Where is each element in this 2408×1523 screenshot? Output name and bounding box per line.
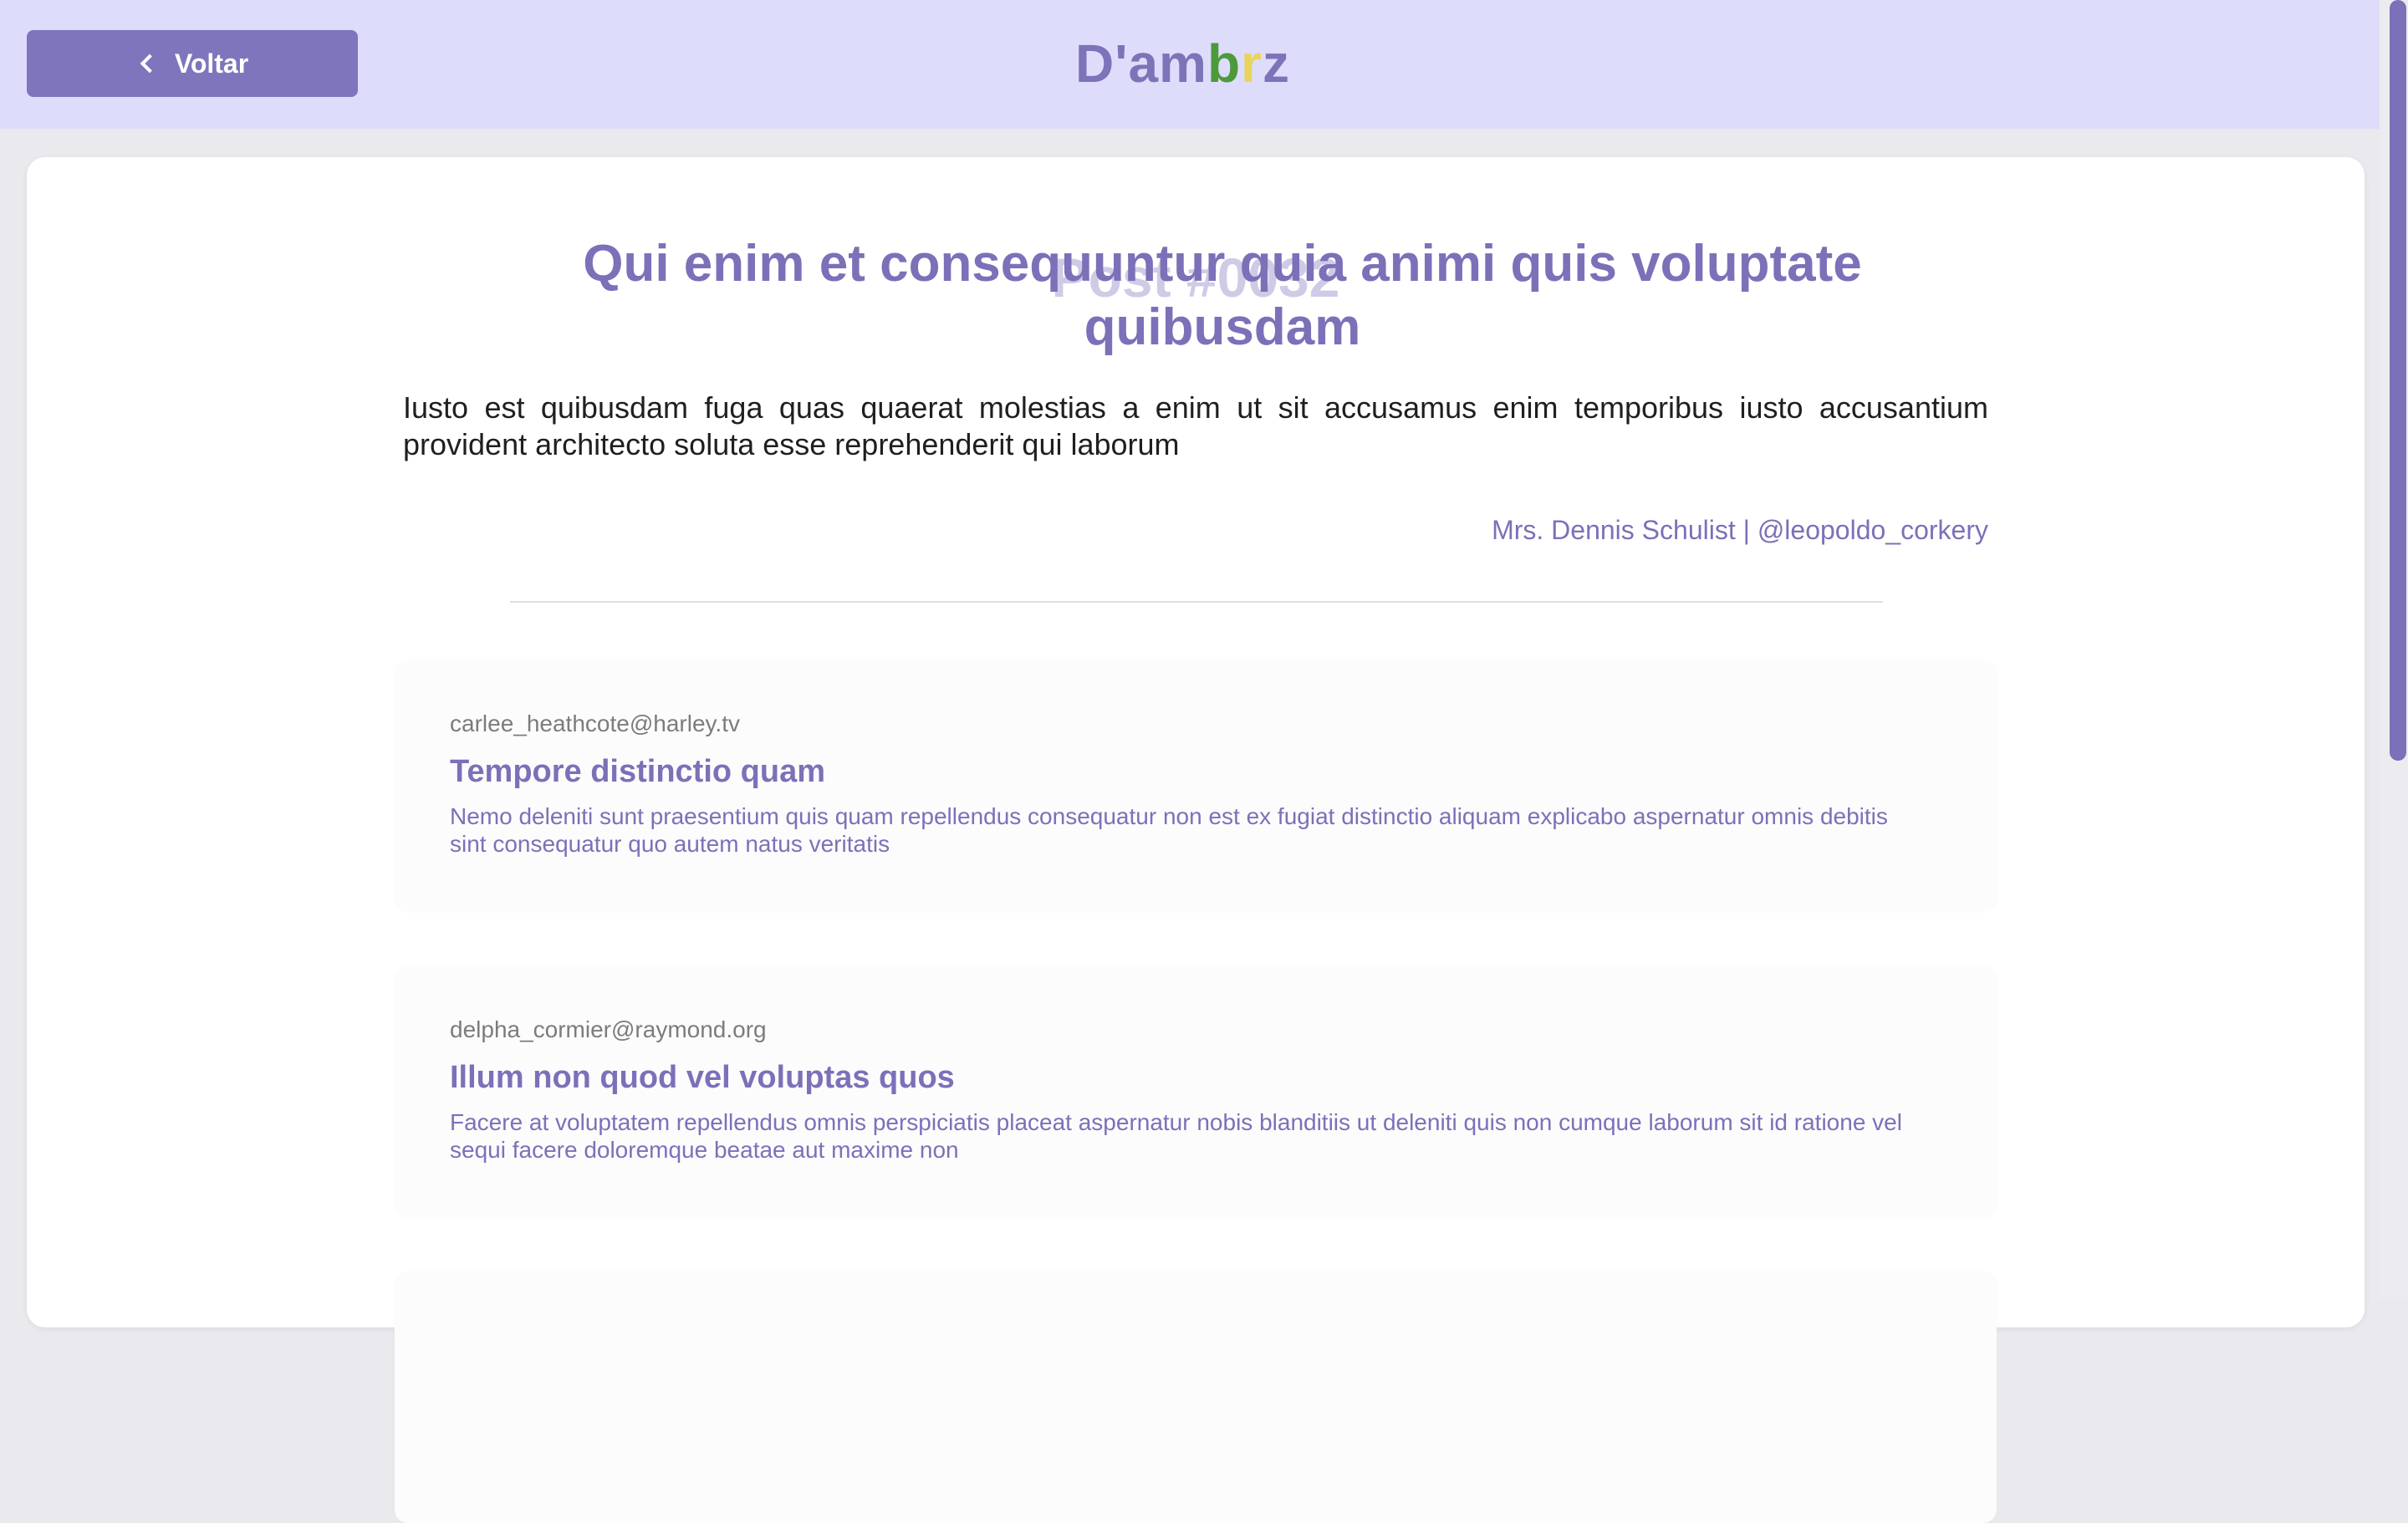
comment-card: carlee_heathcote@harley.tv Tempore disti… [395,660,1997,911]
post-title: Qui enim et consequuntur quia animi quis… [583,235,1862,356]
comment-body: Nemo deleniti sunt praesentium quis quam… [450,803,1888,857]
chevron-left-icon [140,53,160,74]
comment-card: delpha_cormier@raymond.org Illum non quo… [395,966,1997,1217]
top-header: Voltar D'ambrz [0,0,2380,129]
comment-body: Facere at voluptatem repellendus omnis p… [450,1109,1902,1163]
divider [510,601,1883,603]
logo-part: D'am [1075,33,1207,94]
post-body: Iusto est quibusdam fuga quas quaerat mo… [403,390,1988,461]
post-card: Post #0032 Qui enim et consequuntur quia… [27,157,2365,1523]
comment-title: Illum non quod vel voluptas quos [450,1060,955,1095]
logo-part: z [1262,33,1290,94]
comment-email: delpha_cormier@raymond.org [450,1016,767,1042]
post-author[interactable]: Mrs. Dennis Schulist | @leopoldo_corkery [403,515,1988,546]
scrollbar-thumb[interactable] [2390,0,2406,761]
back-button-label: Voltar [174,48,249,79]
back-button[interactable]: Voltar [27,30,358,97]
brand-logo[interactable]: D'ambrz [1075,30,1290,97]
comment-card-partial [395,1272,1997,1523]
logo-part: b [1207,33,1242,94]
comment-title: Tempore distinctio quam [450,754,826,789]
comment-email: carlee_heathcote@harley.tv [450,711,740,736]
logo-part: r [1241,33,1263,94]
scrollbar-track[interactable] [2380,0,2408,1299]
